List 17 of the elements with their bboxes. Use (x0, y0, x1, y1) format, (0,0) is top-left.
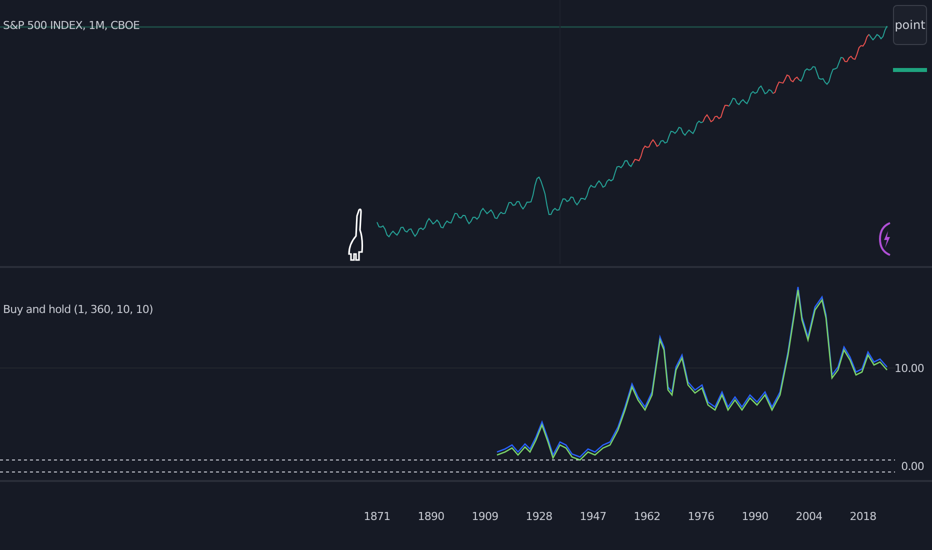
year-label: 1871 (362, 510, 392, 522)
axis-value-label: 10.00 (894, 362, 924, 375)
year-label: 1928 (524, 510, 554, 522)
year-label: 1976 (686, 510, 716, 522)
scale-mode-button[interactable]: point (893, 5, 927, 45)
year-label: 1990 (740, 510, 770, 522)
dinosaur-icon (347, 208, 365, 262)
year-label: 2004 (794, 510, 824, 522)
status-bar-indicator (893, 68, 927, 72)
symbol-legend: S&P 500 INDEX, 1M, CBOE (3, 19, 140, 32)
year-label: 1947 (578, 510, 608, 522)
year-label: 2018 (848, 510, 878, 522)
year-label: 1962 (632, 510, 662, 522)
year-label: 1909 (470, 510, 500, 522)
year-label: 1890 (416, 510, 446, 522)
indicator-title: Buy and hold (1, 360, 10, 10) (3, 303, 153, 316)
axis-value-label: 0.00 (901, 460, 924, 473)
